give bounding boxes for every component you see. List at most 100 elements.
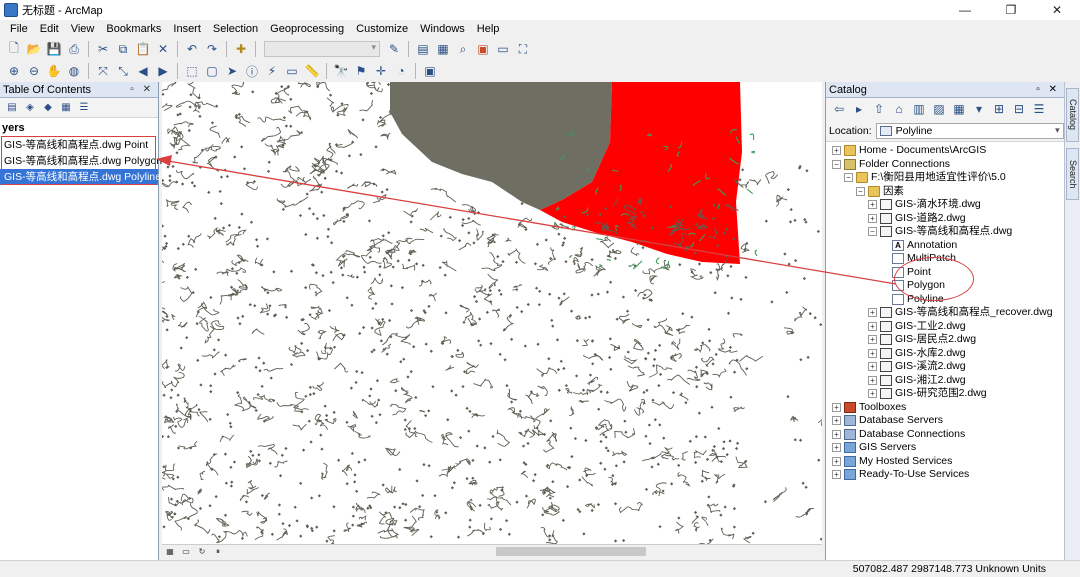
expand-icon[interactable]: + [832,146,841,156]
catalog-tree-item[interactable]: + GIS-居民点2.dwg [826,333,1064,347]
catalog-tree-item[interactable]: + GIS-工业2.dwg [826,320,1064,334]
maximize-button[interactable]: ❐ [988,0,1034,20]
catalog-side-tab[interactable]: Catalog [1066,88,1079,142]
pause-drawing-icon[interactable]: ⏸ [212,546,224,557]
editor-icon[interactable]: ✎ [385,40,403,58]
collapse-icon[interactable]: − [856,186,865,196]
menu-view[interactable]: View [65,20,101,38]
list-by-source-icon[interactable]: ◈ [22,100,38,116]
menu-insert[interactable]: Insert [167,20,207,38]
go-to-xy-icon[interactable]: ✛ [372,62,390,80]
catalog-tree-item[interactable]: + Ready-To-Use Services [826,468,1064,482]
search-window-icon[interactable]: ⌕ [454,40,472,58]
toc-options-icon[interactable]: ☰ [76,100,92,116]
menu-file[interactable]: File [4,20,34,38]
html-popup-icon[interactable]: ▭ [283,62,301,80]
menu-edit[interactable]: Edit [34,20,65,38]
measure-icon[interactable]: 📏 [303,62,321,80]
refresh-icon[interactable]: ↻ [196,546,208,557]
fixed-zoom-in-icon[interactable]: ⤧ [94,62,112,80]
connect-folder-icon[interactable]: ▥ [910,100,928,118]
forward-extent-icon[interactable]: ▶ [154,62,172,80]
add-folder-icon[interactable]: ⊞ [990,100,1008,118]
catalog-tree-item[interactable]: + GIS Servers [826,441,1064,455]
zoom-in-icon[interactable]: ⊕ [5,62,23,80]
menu-selection[interactable]: Selection [207,20,264,38]
map-horizontal-scrollbar[interactable]: ▦ ▭ ↻ ⏸ [162,544,822,558]
identify-icon[interactable]: ⓘ [243,62,261,80]
catalog-header-buttons[interactable]: ▫ ✕ [1036,84,1060,95]
minimize-button[interactable]: — [942,0,988,20]
find-route-icon[interactable]: ⚑ [352,62,370,80]
model-builder-icon[interactable]: ⛶ [514,40,532,58]
catalog-tree-item[interactable]: + Database Servers [826,414,1064,428]
catalog-tree-item[interactable]: + GIS-湘江2.dwg [826,374,1064,388]
catalog-tree-item[interactable]: + GIS-道路2.dwg [826,212,1064,226]
catalog-tree-item[interactable]: A Annotation [826,239,1064,253]
data-view-icon[interactable]: ▦ [164,546,176,557]
tree-toggle-icon[interactable]: ⊟ [1010,100,1028,118]
list-by-selection-icon[interactable]: ▦ [58,100,74,116]
catalog-tree-item[interactable]: + GIS-滴水环境.dwg [826,198,1064,212]
scrollbar-thumb[interactable] [496,547,646,556]
map-canvas[interactable] [162,82,822,544]
search-side-tab[interactable]: Search [1066,148,1079,200]
catalog-tree-item[interactable]: + GIS-水库2.dwg [826,347,1064,361]
expand-icon[interactable]: + [868,308,877,318]
catalog-tree-item[interactable]: − Folder Connections [826,158,1064,172]
save-icon[interactable]: 💾 [45,40,63,58]
catalog-tree-item[interactable]: + Toolboxes [826,401,1064,415]
back-icon[interactable]: ⇦ [830,100,848,118]
expand-icon[interactable]: + [868,389,877,399]
add-data-icon[interactable]: ✚ [232,40,250,58]
menu-windows[interactable]: Windows [414,20,471,38]
list-by-drawing-order-icon[interactable]: ▤ [4,100,20,116]
expand-icon[interactable]: + [868,362,877,372]
expand-icon[interactable]: + [868,321,877,331]
open-icon[interactable]: 📂 [25,40,43,58]
up-level-icon[interactable]: ⇧ [870,100,888,118]
toc-header-buttons[interactable]: ▫ ✕ [130,84,154,95]
expand-icon[interactable]: + [868,213,877,223]
python-icon[interactable]: ▭ [494,40,512,58]
map-scale-dropdown[interactable] [264,41,380,57]
catalog-tree-item[interactable]: + GIS-溪流2.dwg [826,360,1064,374]
find-icon[interactable]: 🔭 [332,62,350,80]
pan-icon[interactable]: ✋ [45,62,63,80]
time-slider-icon[interactable]: ◔ [392,62,410,80]
fixed-zoom-out-icon[interactable]: ⤡ [114,62,132,80]
expand-icon[interactable]: + [832,429,841,439]
view-dropdown-icon[interactable]: ▾ [970,100,988,118]
catalog-tree-item[interactable]: − GIS-等高线和高程点.dwg [826,225,1064,239]
expand-icon[interactable]: + [868,200,877,210]
view-options-icon[interactable]: ▦ [950,100,968,118]
list-by-visibility-icon[interactable]: ◆ [40,100,56,116]
location-dropdown[interactable]: Polyline [875,122,1064,139]
select-features-icon[interactable]: ⬚ [183,62,201,80]
catalog-icon[interactable]: ▦ [434,40,452,58]
copy-icon[interactable]: ⧉ [114,40,132,58]
zoom-out-icon[interactable]: ⊖ [25,62,43,80]
delete-icon[interactable]: ✕ [154,40,172,58]
catalog-tree-item[interactable]: + Home - Documents\ArcGIS [826,144,1064,158]
table-of-contents-icon[interactable]: ▤ [414,40,432,58]
catalog-tree-item[interactable]: + GIS-等高线和高程点_recover.dwg [826,306,1064,320]
create-viewer-window-icon[interactable]: ▣ [421,62,439,80]
full-extent-icon[interactable]: ◍ [65,62,83,80]
menu-help[interactable]: Help [471,20,506,38]
collapse-icon[interactable]: − [844,173,853,183]
expand-icon[interactable]: + [832,456,841,466]
expand-icon[interactable]: + [832,402,841,412]
cut-icon[interactable]: ✂ [94,40,112,58]
catalog-options-icon[interactable]: ☰ [1030,100,1048,118]
forward-icon[interactable]: ▸ [850,100,868,118]
select-elements-icon[interactable]: ➤ [223,62,241,80]
catalog-tree-item[interactable]: + Database Connections [826,428,1064,442]
paste-icon[interactable]: 📋 [134,40,152,58]
catalog-tree-item[interactable]: − F:\衡阳县用地适宜性评价\5.0 [826,171,1064,185]
back-extent-icon[interactable]: ◀ [134,62,152,80]
catalog-tree-item[interactable]: − 因素 [826,185,1064,199]
expand-icon[interactable]: + [868,348,877,358]
clear-selection-icon[interactable]: ▢ [203,62,221,80]
expand-icon[interactable]: + [868,375,877,385]
